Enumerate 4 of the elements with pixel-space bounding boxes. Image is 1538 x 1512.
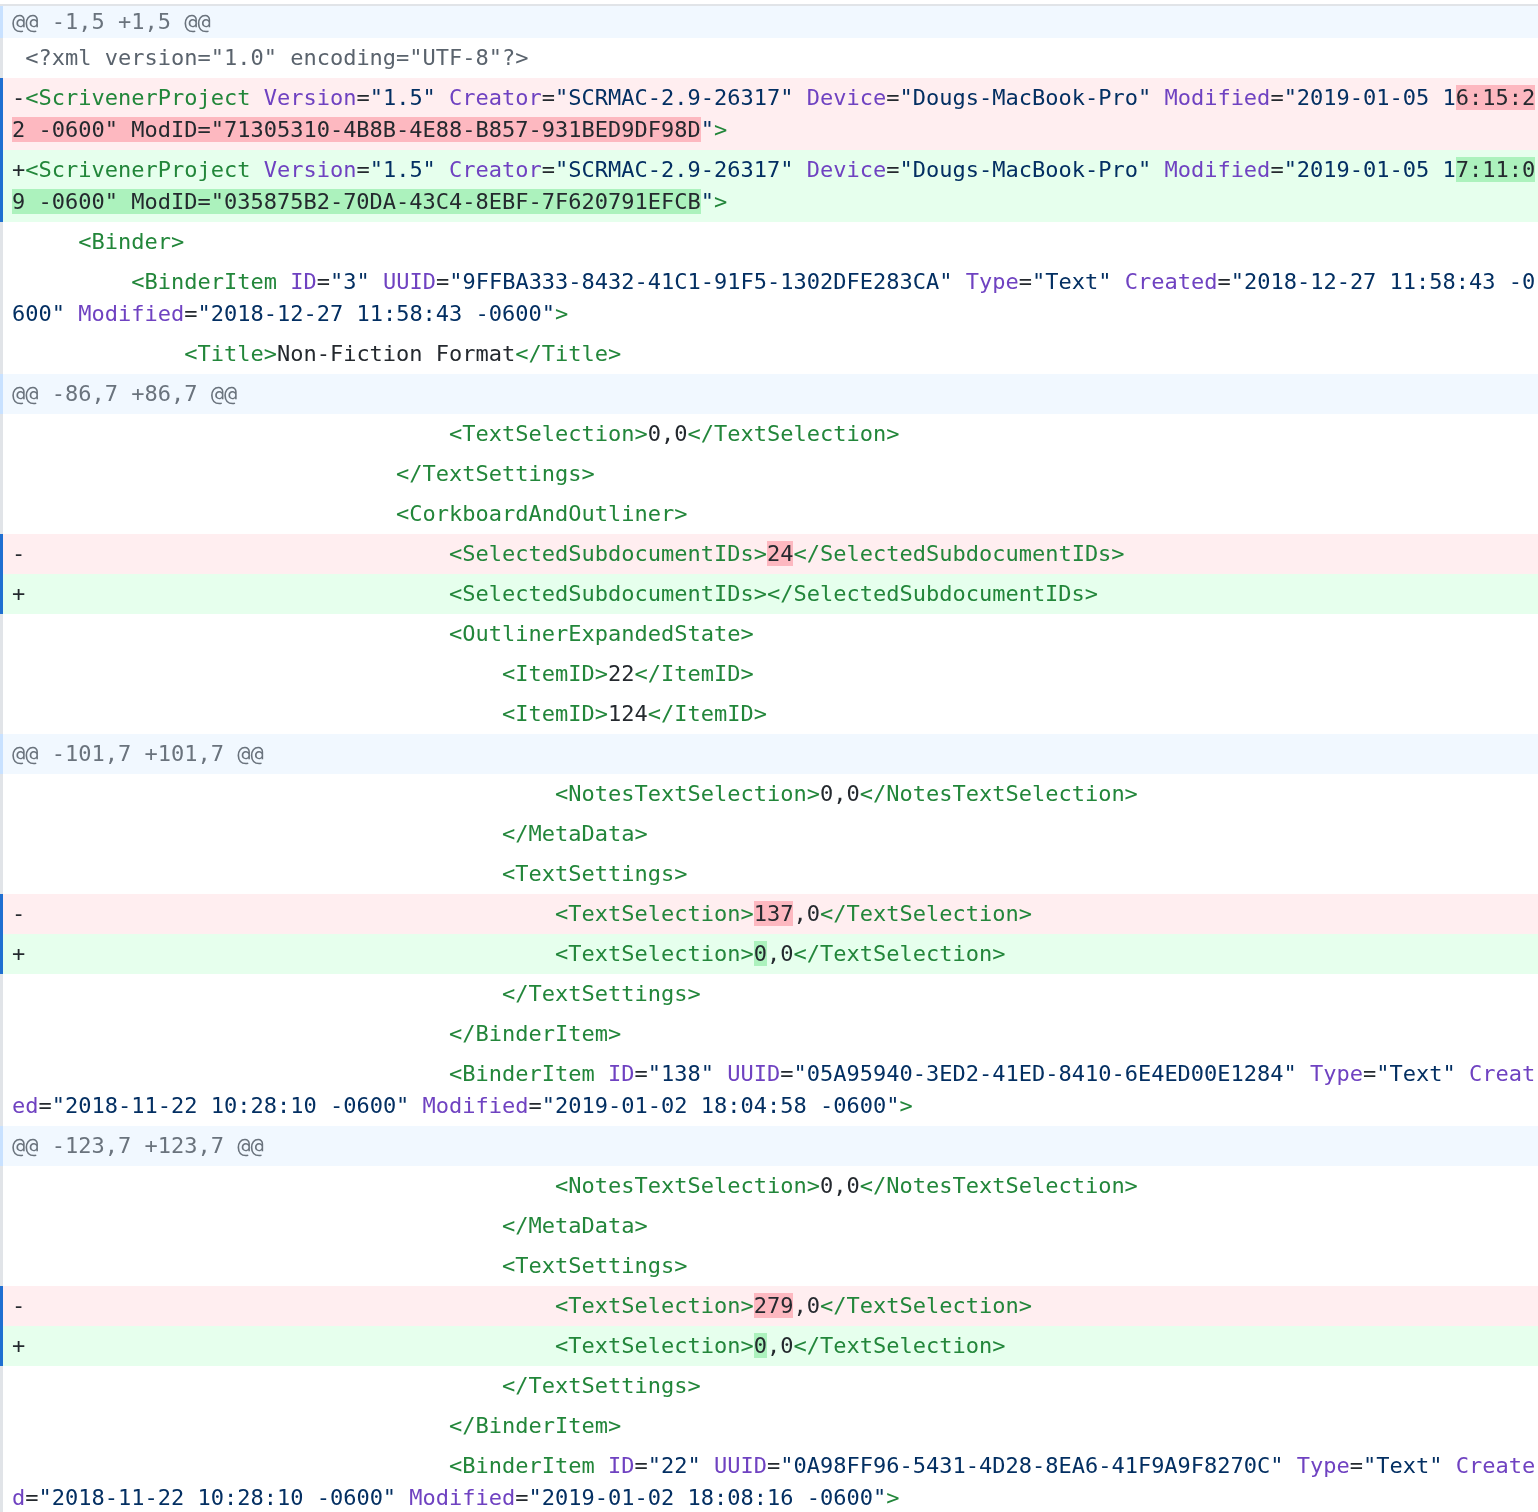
hunk-header: @@ -1,5 +1,5 @@ (0, 6, 1538, 38)
hunk-header: @@ -123,7 +123,7 @@ (0, 1126, 1538, 1166)
hunk-header: @@ -101,7 +101,7 @@ (0, 734, 1538, 774)
hunk-header: @@ -86,7 +86,7 @@ (0, 374, 1538, 414)
